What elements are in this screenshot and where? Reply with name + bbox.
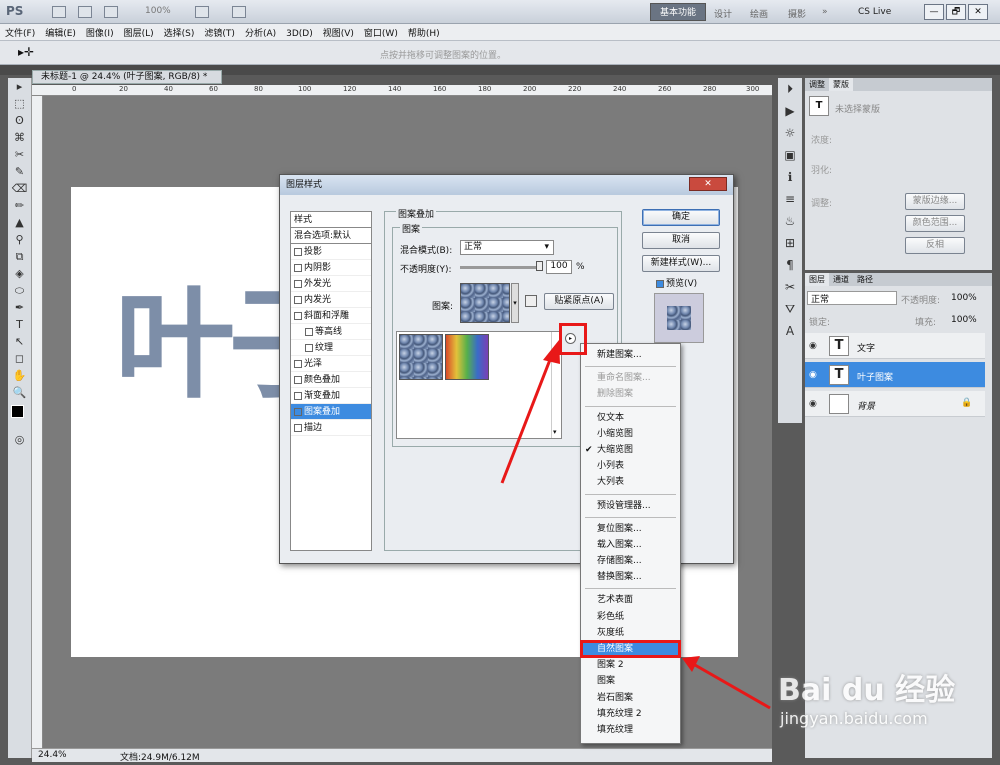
arrow-to-menu-item [694, 663, 771, 710]
arrowhead-menu-item [682, 656, 700, 672]
annotation-arrows [500, 340, 771, 710]
arrow-to-flyout [500, 351, 555, 484]
watermark-brand: Bai du 经验 [778, 673, 956, 708]
arrowhead-flyout [543, 340, 560, 364]
baidu-watermark: Bai du 经验 jingyan.baidu.com [768, 655, 998, 750]
watermark-url: jingyan.baidu.com [780, 709, 928, 728]
